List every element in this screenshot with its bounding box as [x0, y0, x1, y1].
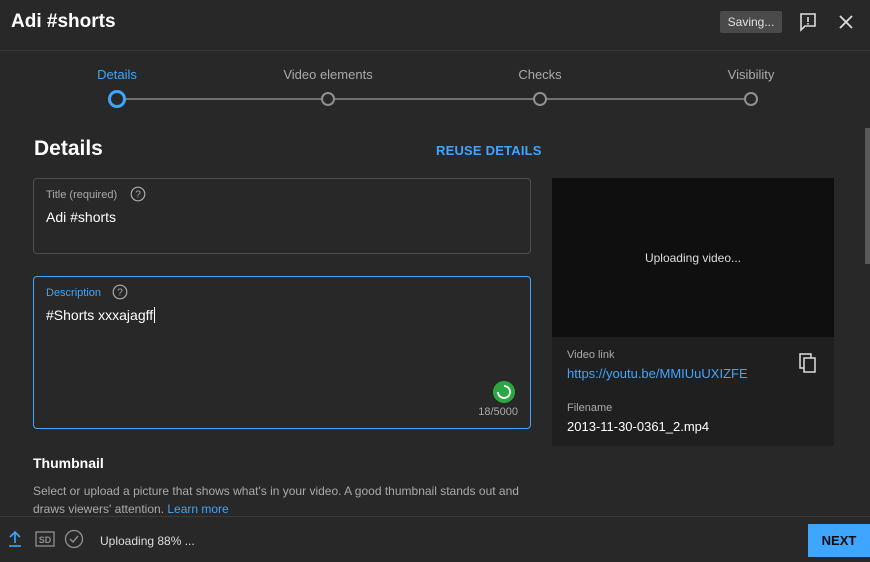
filename-value: 2013-11-30-0361_2.mp4 — [567, 419, 710, 434]
dialog-title: Adi #shorts — [11, 11, 116, 32]
step-video-elements[interactable]: Video elements — [283, 67, 372, 82]
stepper-track — [117, 98, 751, 100]
saving-badge: Saving... — [720, 11, 782, 33]
description-text: #Shorts xxxajagff — [46, 307, 154, 323]
svg-text:?: ? — [117, 288, 123, 299]
step-dot-visibility[interactable] — [744, 92, 758, 106]
spinner-icon — [493, 381, 515, 403]
step-visibility[interactable]: Visibility — [728, 67, 775, 82]
thumbnail-heading: Thumbnail — [33, 455, 104, 471]
scrollbar-thumb[interactable] — [865, 128, 870, 264]
step-checks[interactable]: Checks — [518, 67, 561, 82]
video-preview-panel: Uploading video... Video link https://yo… — [552, 178, 834, 446]
next-button[interactable]: NEXT — [808, 524, 870, 557]
reuse-details-button[interactable]: REUSE DETAILS — [436, 143, 542, 158]
upload-icon — [9, 530, 21, 547]
video-link-label: Video link — [567, 349, 615, 361]
upload-status: Uploading 88% ... — [100, 534, 195, 548]
help-icon[interactable]: ? — [130, 186, 146, 202]
title-field[interactable]: Title (required) ? Adi #shorts — [33, 178, 531, 254]
thumbnail-description: Select or upload a picture that shows wh… — [33, 482, 533, 518]
copy-icon[interactable] — [798, 352, 818, 374]
dialog-footer: SD Uploading 88% ... NEXT — [0, 516, 870, 562]
details-heading: Details — [34, 137, 103, 160]
title-field-label: Title (required) — [46, 189, 118, 201]
character-counter: 18/5000 — [478, 406, 518, 418]
feedback-icon[interactable] — [798, 12, 818, 32]
help-icon[interactable]: ? — [112, 284, 128, 300]
step-details[interactable]: Details — [97, 67, 137, 82]
title-input[interactable]: Adi #shorts — [46, 209, 116, 225]
uploading-video-text: Uploading video... — [644, 251, 742, 265]
sd-badge-text: SD — [39, 535, 52, 545]
filename-label: Filename — [567, 402, 613, 414]
video-player[interactable]: Uploading video... — [552, 178, 834, 337]
video-link[interactable]: https://youtu.be/MMIUuUXIZFE — [567, 366, 748, 381]
check-circle-icon — [64, 529, 84, 549]
learn-more-link[interactable]: Learn more — [167, 502, 228, 516]
dialog-header: Adi #shorts Saving... — [0, 0, 870, 51]
thumbnail-description-text: Select or upload a picture that shows wh… — [33, 484, 519, 516]
sd-badge-icon: SD — [35, 531, 55, 547]
step-dot-checks[interactable] — [533, 92, 547, 106]
step-dot-details[interactable] — [108, 90, 126, 108]
text-caret — [154, 307, 156, 323]
progress-stepper: Details Video elements Checks Visibility — [0, 52, 870, 122]
step-dot-video-elements[interactable] — [321, 92, 335, 106]
svg-text:?: ? — [135, 190, 141, 201]
description-input[interactable]: #Shorts xxxajagff — [46, 307, 156, 323]
close-icon[interactable] — [836, 12, 856, 32]
description-field[interactable]: Description ? #Shorts xxxajagff 18/5000 — [33, 276, 531, 429]
description-field-label: Description — [46, 287, 102, 299]
